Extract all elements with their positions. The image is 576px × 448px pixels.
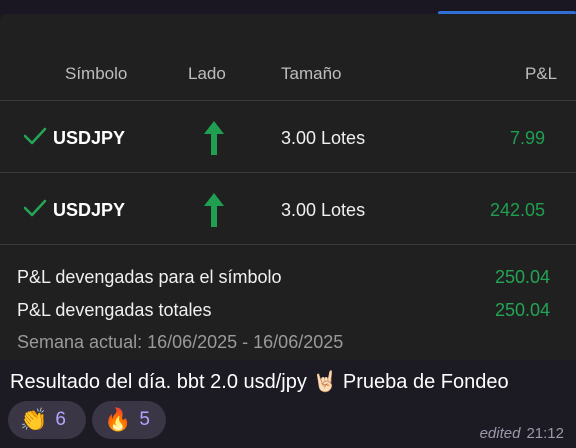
- header-side: Lado: [188, 64, 226, 83]
- separator: [0, 244, 576, 245]
- message-meta: edited 21:12: [480, 425, 564, 442]
- edited-label: edited: [479, 425, 521, 442]
- check-icon: [23, 127, 47, 145]
- reaction-clap[interactable]: 👏 6: [8, 401, 86, 439]
- row-pl: 242.05: [489, 200, 545, 220]
- up-arrow-icon: [204, 121, 224, 155]
- row-size: 3.00 Lotes: [281, 128, 366, 148]
- row-symbol: USDJPY: [53, 200, 126, 220]
- clap-icon: 👏: [20, 407, 48, 432]
- message-time: 21:12: [526, 425, 564, 442]
- up-arrow-icon: [204, 193, 224, 227]
- trade-report-card: Símbolo Lado Tamaño P&L USDJPY 3.00 Lote…: [0, 14, 576, 360]
- total-accrued-label: P&L devengadas totales: [17, 300, 212, 320]
- reaction-count: 5: [139, 409, 150, 430]
- reaction-count: 6: [55, 409, 66, 430]
- check-icon: [23, 199, 47, 217]
- total-accrued-value: 250.04: [494, 300, 550, 320]
- row-size: 3.00 Lotes: [281, 200, 366, 220]
- week-range: Semana actual: 16/06/2025 - 16/06/2025: [17, 332, 344, 352]
- symbol-accrued-value: 250.04: [494, 267, 550, 287]
- header-symbol: Símbolo: [65, 64, 128, 83]
- symbol-accrued-label: P&L devengadas para el símbolo: [17, 267, 282, 287]
- header-size: Tamaño: [281, 64, 342, 83]
- row-pl: 7.99: [509, 128, 545, 148]
- header-pl: P&L: [525, 64, 558, 83]
- caption-text: Resultado del día. bbt 2.0 usd/jpy: [10, 371, 307, 393]
- row-symbol: USDJPY: [53, 128, 126, 148]
- reaction-fire[interactable]: 🔥 5: [92, 401, 166, 439]
- message-caption: Resultado del día. bbt 2.0 usd/jpy 🤘🏻 Pr…: [10, 369, 509, 394]
- caption-text-2: Prueba de Fondeo: [342, 371, 509, 393]
- rock-hand-icon: 🤘🏻: [312, 371, 338, 393]
- table-row: USDJPY 3.00 Lotes 7.99: [0, 101, 576, 173]
- fire-icon: 🔥: [104, 407, 132, 432]
- table-row: USDJPY 3.00 Lotes 242.05: [0, 173, 576, 245]
